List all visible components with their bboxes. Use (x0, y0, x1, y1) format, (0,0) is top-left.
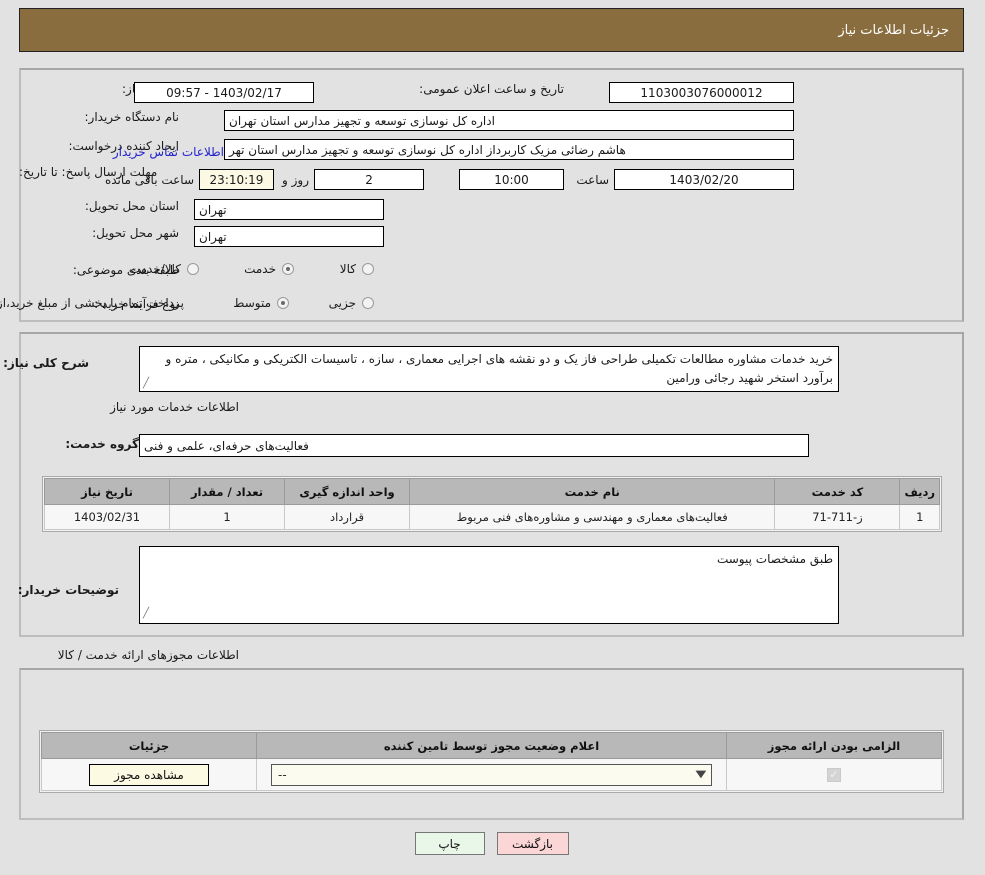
th-date: تاریخ نیاز (45, 478, 171, 505)
services-table-header-row: ردیف کد خدمت نام خدمت واحد اندازه گیری ت… (45, 478, 941, 505)
deadline-hour-value: 10:00 (460, 169, 565, 190)
buyer-org-value: اداره کل نوسازی توسعه و تجهیز مدارس استا… (225, 110, 795, 131)
radio-label-khedmat: خدمت (245, 262, 277, 276)
cell-unit: قرارداد (285, 504, 411, 530)
radio-icon-motavasset[interactable] (278, 297, 290, 309)
city-label: شهر محل تحویل: (93, 226, 180, 240)
radio-icon-kala[interactable] (363, 263, 375, 275)
print-button[interactable]: چاپ (415, 832, 486, 855)
cell-date: 1403/02/31 (45, 504, 171, 530)
service-group-value: فعالیت‌های حرفه‌ای، علمی و فنی (140, 434, 810, 457)
need-description-label: شرح کلی نیاز: (4, 356, 90, 370)
th-code: کد خدمت (775, 478, 902, 505)
radio-label-jozee: جزیی (329, 296, 357, 310)
radio-label-kala-khedmat: کالا/خدمت (129, 262, 182, 276)
cell-name: فعالیت‌های معماری و مهندسی و مشاوره‌های … (409, 504, 777, 530)
remaining-time-label: ساعت باقی مانده (105, 172, 195, 187)
radio-label-motavasset: متوسط (234, 296, 272, 310)
province-value: تهران (195, 199, 385, 220)
radio-category-kala-khedmat[interactable]: کالا/خدمت (130, 262, 200, 276)
cell-license-status: ▼ -- (257, 758, 728, 791)
remaining-days-value: 2 (315, 169, 425, 190)
buyer-notes-label: توضیحات خریدار: (18, 583, 120, 597)
licenses-table-header-row: الزامی بودن ارائه مجوز اعلام وضعیت مجوز … (42, 732, 943, 759)
remaining-time-value: 23:10:19 (200, 169, 275, 190)
remaining-days-label: روز و (283, 172, 310, 187)
need-description-value[interactable]: خرید خدمات مشاوره مطالعات تکمیلی طراحی ف… (140, 346, 840, 392)
resize-grip-description-icon: ╱ (143, 378, 150, 389)
th-name: نام خدمت (409, 478, 777, 505)
table-row: 1 ز-711-71 فعالیت‌های معماری و مهندسی و … (45, 504, 941, 530)
city-value: تهران (195, 226, 385, 247)
cell-quantity: 1 (170, 504, 286, 530)
radio-icon-kala-khedmat[interactable] (188, 263, 200, 275)
cell-license-required: ✓ (727, 758, 943, 791)
page-title: جزئیات اطلاعات نیاز (839, 22, 950, 38)
services-section-title: اطلاعات خدمات مورد نیاز (111, 400, 240, 414)
th-license-status: اعلام وضعیت مجوز توسط تامین کننده (257, 732, 728, 759)
license-status-select[interactable]: ▼ -- (272, 763, 713, 786)
requester-value: هاشم رضائی مزیک کاربرداز اداره کل نوسازی… (225, 139, 795, 160)
radio-process-motavasset[interactable]: متوسط (234, 296, 290, 310)
back-button[interactable]: بازگشت (497, 832, 570, 855)
checkbox-license-required-icon: ✓ (828, 767, 842, 782)
view-license-button[interactable]: مشاهده مجوز (90, 763, 210, 786)
need-number-value: 1103003076000012 (610, 82, 795, 103)
service-group-label: گروه خدمت: (66, 437, 140, 451)
radio-icon-khedmat[interactable] (283, 263, 295, 275)
buyer-notes-value[interactable]: طبق مشخصات پیوست (140, 546, 840, 624)
deadline-date-value: 1403/02/20 (615, 169, 795, 190)
cell-code: ز-711-71 (775, 504, 902, 530)
chevron-down-icon: ▼ (696, 769, 708, 780)
buyer-contact-link[interactable]: اطلاعات تماس خریدار (114, 145, 225, 159)
deadline-hour-label: ساعت (577, 172, 610, 187)
province-label: استان محل تحویل: (85, 199, 180, 213)
th-quantity: تعداد / مقدار (170, 478, 286, 505)
cell-index: 1 (900, 504, 941, 530)
th-license-detail: جزئیات (42, 732, 258, 759)
table-row: ✓ ▼ -- مشاهده مجوز (42, 758, 943, 791)
th-index: ردیف (900, 478, 941, 505)
license-status-value: -- (279, 767, 288, 782)
th-license-required: الزامی بودن ارائه مجوز (727, 732, 943, 759)
announce-datetime-value: 1403/02/17 - 09:57 (135, 82, 315, 103)
licenses-table: الزامی بودن ارائه مجوز اعلام وضعیت مجوز … (42, 732, 943, 791)
resize-grip-notes-icon: ╱ (143, 608, 150, 619)
page-header: جزئیات اطلاعات نیاز (20, 8, 965, 52)
radio-label-kala: کالا (340, 262, 357, 276)
need-info-panel (20, 68, 965, 322)
process-note: پرداخت تمام یا بخشی از مبلغ خرید،از محل … (0, 296, 185, 310)
th-unit: واحد اندازه گیری (285, 478, 411, 505)
buyer-org-label: نام دستگاه خریدار: (85, 110, 181, 124)
licenses-section-title: اطلاعات مجوزهای ارائه خدمت / کالا (58, 648, 240, 662)
radio-process-jozee[interactable]: جزیی (330, 296, 375, 310)
cell-license-detail: مشاهده مجوز (42, 758, 258, 791)
footer-button-bar: بازگشت چاپ (0, 832, 985, 855)
radio-category-khedmat[interactable]: خدمت (245, 262, 295, 276)
services-table: ردیف کد خدمت نام خدمت واحد اندازه گیری ت… (45, 478, 941, 530)
announce-datetime-label: تاریخ و ساعت اعلان عمومی: (420, 82, 565, 96)
radio-category-kala[interactable]: کالا (341, 262, 375, 276)
radio-icon-jozee[interactable] (363, 297, 375, 309)
page-root: AriaTender.net جزئیات اطلاعات نیاز شماره… (0, 0, 985, 875)
